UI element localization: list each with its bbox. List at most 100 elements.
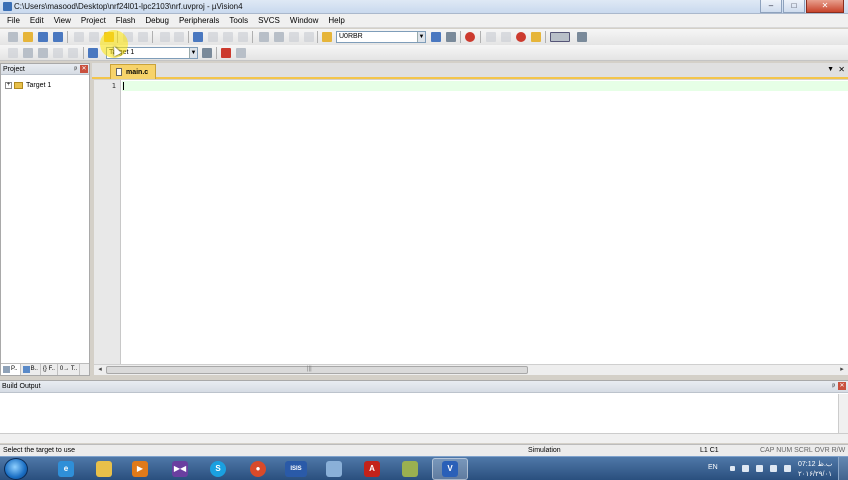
- disable-breakpoints-icon[interactable]: [516, 32, 526, 42]
- copy-icon[interactable]: [89, 32, 99, 42]
- tab-project[interactable]: P..: [1, 364, 21, 375]
- taskbar-explorer-button[interactable]: [86, 458, 122, 480]
- taskbar-isis-button[interactable]: ISIS: [278, 458, 314, 480]
- close-icon[interactable]: ✕: [80, 65, 88, 73]
- scroll-left-icon[interactable]: ◂: [95, 365, 105, 375]
- taskbar-media-player-button[interactable]: ▶: [122, 458, 158, 480]
- menu-window[interactable]: Window: [285, 14, 323, 28]
- tree-item-target[interactable]: + Target 1: [5, 80, 51, 90]
- kill-breakpoints-icon[interactable]: [531, 32, 541, 42]
- build-icon[interactable]: [23, 48, 33, 58]
- taskbar-skype-button[interactable]: S: [200, 458, 236, 480]
- menu-peripherals[interactable]: Peripherals: [174, 14, 224, 28]
- target-options-icon[interactable]: [202, 48, 212, 58]
- incremental-find-icon[interactable]: [446, 32, 456, 42]
- tab-list-dropdown[interactable]: ▼: [827, 66, 834, 73]
- next-bookmark-icon[interactable]: [223, 32, 233, 42]
- comment-icon[interactable]: [289, 32, 299, 42]
- build-output-vertical-scrollbar[interactable]: [838, 394, 848, 434]
- navigate-forward-icon[interactable]: [174, 32, 184, 42]
- menu-svcs[interactable]: SVCS: [253, 14, 285, 28]
- close-icon[interactable]: ✕: [838, 382, 846, 390]
- menu-debug[interactable]: Debug: [140, 14, 174, 28]
- taskbar-chrome-button[interactable]: ●: [240, 458, 276, 480]
- menu-view[interactable]: View: [49, 14, 76, 28]
- debug-session-icon[interactable]: [465, 32, 475, 42]
- scroll-right-icon[interactable]: ▸: [837, 365, 847, 375]
- speaker-icon[interactable]: [742, 465, 749, 472]
- taskbar-notes-button[interactable]: [316, 458, 352, 480]
- tray-time[interactable]: 07:12 ب.ظ: [798, 460, 832, 468]
- taskbar-visual-studio-button[interactable]: ▶◀: [162, 458, 198, 480]
- tab-templates[interactable]: 0→ T..: [58, 364, 81, 375]
- download-load-icon[interactable]: [88, 48, 98, 58]
- tab-functions[interactable]: {} F..: [41, 364, 58, 375]
- find-combo[interactable]: U0RBR ▼: [336, 31, 426, 43]
- redo-icon[interactable]: [138, 32, 148, 42]
- network-icon[interactable]: [770, 465, 777, 472]
- tab-books[interactable]: B..: [21, 364, 41, 375]
- chevron-down-icon[interactable]: ▼: [417, 32, 425, 42]
- menu-tools[interactable]: Tools: [224, 14, 253, 28]
- tray-date[interactable]: ۲۰۱۶/۲۹/۰۱: [798, 470, 832, 478]
- code-editor[interactable]: 1: [94, 80, 848, 364]
- close-button[interactable]: ✕: [806, 0, 844, 13]
- expand-icon[interactable]: +: [5, 81, 12, 89]
- media-player-icon: ▶: [132, 461, 148, 477]
- manage-project-items-icon[interactable]: [221, 48, 231, 58]
- editor-horizontal-scrollbar[interactable]: ◂ ||| ▸: [94, 364, 848, 375]
- show-hidden-icons-icon[interactable]: [730, 466, 735, 471]
- select-packs-icon[interactable]: [236, 48, 246, 58]
- tab-label: {} F..: [42, 366, 55, 372]
- enable-breakpoint-icon[interactable]: [501, 32, 511, 42]
- bookmark-icon[interactable]: [193, 32, 203, 42]
- menu-file[interactable]: File: [2, 14, 25, 28]
- taskbar-ie-button[interactable]: e: [48, 458, 84, 480]
- save-icon[interactable]: [38, 32, 48, 42]
- menu-flash[interactable]: Flash: [111, 14, 141, 28]
- volume-icon[interactable]: [784, 465, 791, 472]
- translate-icon[interactable]: [8, 48, 18, 58]
- navigate-back-icon[interactable]: [160, 32, 170, 42]
- toolbar-separator: [317, 31, 318, 43]
- flag-icon[interactable]: [756, 465, 763, 472]
- language-indicator[interactable]: EN: [708, 464, 718, 471]
- indent-icon[interactable]: [259, 32, 269, 42]
- menu-edit[interactable]: Edit: [25, 14, 49, 28]
- scroll-thumb[interactable]: |||: [106, 366, 528, 374]
- window-layout-icon[interactable]: [550, 32, 570, 42]
- start-button[interactable]: [4, 458, 28, 480]
- menu-project[interactable]: Project: [76, 14, 111, 28]
- taskbar-keil-button[interactable]: V: [432, 458, 468, 480]
- line-number: 1: [111, 82, 116, 90]
- uncomment-icon[interactable]: [304, 32, 314, 42]
- batch-build-icon[interactable]: [53, 48, 63, 58]
- prev-bookmark-icon[interactable]: [208, 32, 218, 42]
- stop-build-icon[interactable]: [68, 48, 78, 58]
- taskbar-winrar-button[interactable]: [392, 458, 428, 480]
- clear-bookmarks-icon[interactable]: [238, 32, 248, 42]
- pin-icon[interactable]: ᵖ: [832, 382, 835, 391]
- build-output-horizontal-scrollbar[interactable]: [0, 433, 848, 443]
- save-all-icon[interactable]: [53, 32, 63, 42]
- close-tab-icon[interactable]: ✕: [838, 65, 845, 74]
- insert-breakpoint-icon[interactable]: [486, 32, 496, 42]
- minimize-button[interactable]: –: [760, 0, 782, 13]
- menu-help[interactable]: Help: [323, 14, 349, 28]
- cut-icon[interactable]: [74, 32, 84, 42]
- tab-main-c[interactable]: main.c: [110, 64, 157, 79]
- chevron-down-icon[interactable]: ▼: [189, 48, 197, 58]
- unindent-icon[interactable]: [274, 32, 284, 42]
- new-file-icon[interactable]: [8, 32, 18, 42]
- pin-icon[interactable]: ᵖ: [74, 65, 77, 74]
- build-output-panel: Build Output ᵖ ✕: [0, 380, 848, 443]
- configure-wrench-icon[interactable]: [577, 32, 587, 42]
- maximize-button[interactable]: □: [783, 0, 805, 13]
- books-icon: [22, 366, 30, 373]
- taskbar-acrobat-button[interactable]: A: [354, 458, 390, 480]
- find-icon[interactable]: [431, 32, 441, 42]
- rebuild-icon[interactable]: [38, 48, 48, 58]
- open-file-icon[interactable]: [23, 32, 33, 42]
- find-in-files-icon[interactable]: [322, 32, 332, 42]
- show-desktop-button[interactable]: [838, 457, 848, 480]
